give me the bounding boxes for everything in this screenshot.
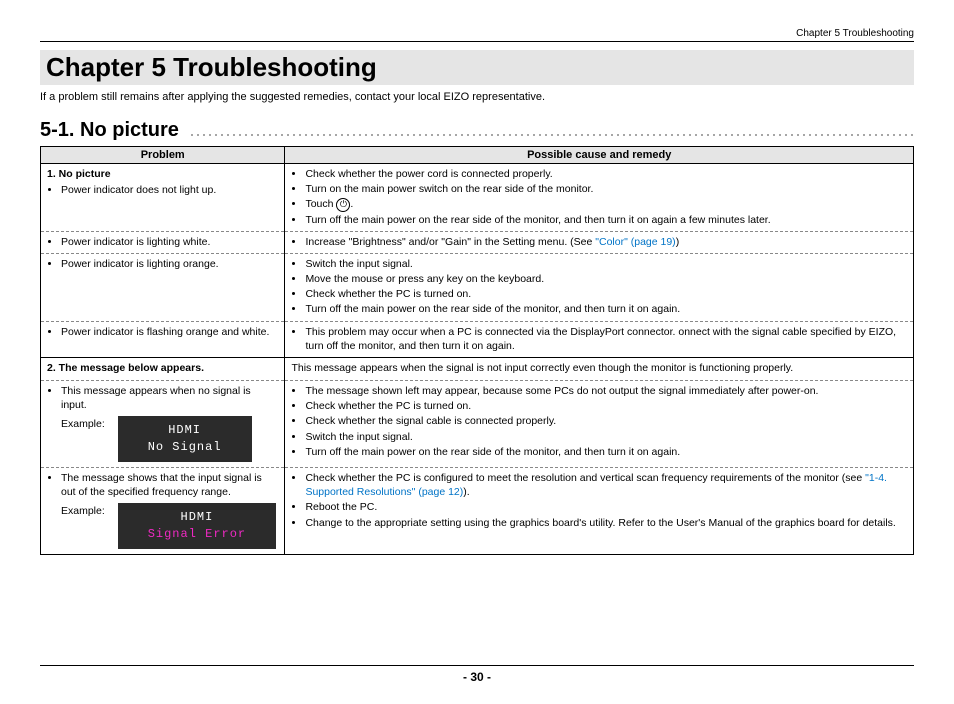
cell-remedy: Switch the input signal. Move the mouse … bbox=[285, 253, 914, 321]
th-remedy: Possible cause and remedy bbox=[285, 147, 914, 164]
screen-line1: HDMI bbox=[168, 423, 201, 437]
bullet-item: Power indicator does not light up. bbox=[61, 183, 278, 197]
section-title: 5-1. No picture bbox=[40, 119, 179, 142]
bullet-item: Increase "Brightness" and/or "Gain" in t… bbox=[305, 235, 907, 249]
table-row: Power indicator is lighting white. Incre… bbox=[41, 231, 914, 253]
cell-problem: Power indicator is lighting orange. bbox=[41, 253, 285, 321]
cell-problem: Power indicator is flashing orange and w… bbox=[41, 321, 285, 357]
bullet-item: Check whether the PC is turned on. bbox=[305, 399, 907, 413]
bullet-item: Check whether the signal cable is connec… bbox=[305, 414, 907, 428]
bullet-item: Check whether the PC is configured to me… bbox=[305, 471, 907, 499]
bullet-item: The message shown left may appear, becau… bbox=[305, 384, 907, 398]
section-heading-row: 5-1. No picture bbox=[40, 119, 914, 142]
bullet-item: Touch ⏻. bbox=[305, 197, 907, 211]
bullet-item: Change to the appropriate setting using … bbox=[305, 516, 907, 530]
troubleshooting-table: Problem Possible cause and remedy 1. No … bbox=[40, 146, 914, 555]
bullet-item: Power indicator is flashing orange and w… bbox=[61, 325, 278, 339]
table-row: The message shows that the input signal … bbox=[41, 468, 914, 555]
cell-remedy: Increase "Brightness" and/or "Gain" in t… bbox=[285, 231, 914, 253]
bullet-item: Check whether the power cord is connecte… bbox=[305, 167, 907, 181]
bullet-item: Power indicator is lighting orange. bbox=[61, 257, 278, 271]
cell-problem: Power indicator is lighting white. bbox=[41, 231, 285, 253]
cell-remedy: Check whether the power cord is connecte… bbox=[285, 164, 914, 232]
table-header-row: Problem Possible cause and remedy bbox=[41, 147, 914, 164]
table-row: This message appears when no signal is i… bbox=[41, 381, 914, 468]
bullet-item: Turn on the main power switch on the rea… bbox=[305, 182, 907, 196]
screen-line1: HDMI bbox=[181, 510, 214, 524]
example-label: Example: bbox=[61, 504, 105, 518]
table-row: 2. The message below appears. This messa… bbox=[41, 357, 914, 380]
cell-problem: The message shows that the input signal … bbox=[41, 468, 285, 555]
th-problem: Problem bbox=[41, 147, 285, 164]
cell-problem: This message appears when no signal is i… bbox=[41, 381, 285, 468]
table-row: 1. No picture Power indicator does not l… bbox=[41, 164, 914, 232]
example-label: Example: bbox=[61, 417, 105, 431]
monitor-screen-signal-error: HDMI Signal Error bbox=[118, 503, 276, 549]
screen-line2-error: Signal Error bbox=[148, 527, 246, 541]
bullet-item: Turn off the main power on the rear side… bbox=[305, 302, 907, 316]
bullet-item: Power indicator is lighting white. bbox=[61, 235, 278, 249]
cell-remedy: This message appears when the signal is … bbox=[285, 357, 914, 380]
header-rule bbox=[40, 41, 914, 42]
cell-remedy: The message shown left may appear, becau… bbox=[285, 381, 914, 468]
monitor-screen-no-signal: HDMI No Signal bbox=[118, 416, 252, 462]
bullet-item: The message shows that the input signal … bbox=[61, 471, 278, 499]
breadcrumb: Chapter 5 Troubleshooting bbox=[40, 28, 914, 39]
bullet-item: Reboot the PC. bbox=[305, 500, 907, 514]
bullet-item: Switch the input signal. bbox=[305, 430, 907, 444]
screen-line2: No Signal bbox=[148, 440, 222, 454]
bullet-item: This message appears when no signal is i… bbox=[61, 384, 278, 412]
cell-problem: 1. No picture Power indicator does not l… bbox=[41, 164, 285, 232]
cell-remedy: Check whether the PC is configured to me… bbox=[285, 468, 914, 555]
table-row: Power indicator is lighting orange. Swit… bbox=[41, 253, 914, 321]
cell-problem: 2. The message below appears. bbox=[41, 357, 285, 380]
footer-rule bbox=[40, 665, 914, 666]
bullet-item: Switch the input signal. bbox=[305, 257, 907, 271]
link-color-page19[interactable]: "Color" (page 19) bbox=[595, 236, 675, 248]
problem-heading: 1. No picture bbox=[47, 167, 278, 181]
problem-heading: 2. The message below appears. bbox=[47, 361, 278, 375]
dot-leader bbox=[189, 133, 914, 137]
intro-text: If a problem still remains after applyin… bbox=[40, 91, 914, 103]
bullet-item: Turn off the main power on the rear side… bbox=[305, 213, 907, 227]
power-icon: ⏻ bbox=[336, 198, 350, 212]
bullet-item: Turn off the main power on the rear side… bbox=[305, 445, 907, 459]
table-row: Power indicator is flashing orange and w… bbox=[41, 321, 914, 357]
bullet-item: Check whether the PC is turned on. bbox=[305, 287, 907, 301]
page-number: - 30 - bbox=[40, 670, 914, 684]
bullet-item: This problem may occur when a PC is conn… bbox=[305, 325, 907, 353]
chapter-title: Chapter 5 Troubleshooting bbox=[40, 50, 914, 85]
cell-remedy: This problem may occur when a PC is conn… bbox=[285, 321, 914, 357]
bullet-item: Move the mouse or press any key on the k… bbox=[305, 272, 907, 286]
